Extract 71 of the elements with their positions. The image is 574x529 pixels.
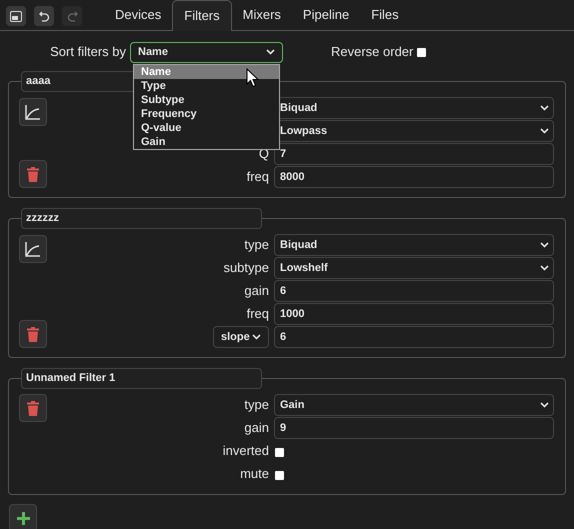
chevron-icon xyxy=(540,402,549,408)
value-field[interactable]: 7 xyxy=(274,143,554,165)
undo-icon xyxy=(38,10,50,22)
value-field[interactable]: 8000 xyxy=(274,166,554,188)
tab[interactable]: Pipeline xyxy=(292,0,360,30)
field-label: gain xyxy=(244,282,269,300)
field-label: subtype xyxy=(223,259,269,278)
trash-icon xyxy=(27,400,39,416)
sort-value: Name xyxy=(138,44,168,60)
checkbox[interactable] xyxy=(275,471,284,480)
delete-button[interactable] xyxy=(19,394,47,422)
tab[interactable]: Mixers xyxy=(232,0,292,30)
undo-button[interactable] xyxy=(34,6,54,26)
filter-name-field[interactable]: Unnamed Filter 1 xyxy=(21,368,262,389)
checkbox[interactable] xyxy=(417,48,426,56)
delete-button[interactable] xyxy=(19,320,47,348)
field-value: Lowshelf xyxy=(280,260,328,276)
graph-icon xyxy=(25,241,41,257)
delete-button[interactable] xyxy=(19,160,47,188)
field-value: 9 xyxy=(280,420,286,436)
value-field[interactable]: 6 xyxy=(274,326,554,348)
chevron-icon xyxy=(540,242,549,248)
layout-button[interactable] xyxy=(6,6,26,26)
filter-name-field[interactable]: zzzzzz xyxy=(21,208,262,229)
redo-icon xyxy=(66,10,78,22)
value-field[interactable]: 9 xyxy=(274,417,554,439)
field-label: type xyxy=(244,236,269,254)
chevron-icon xyxy=(252,334,261,340)
field-value: 1000 xyxy=(280,306,304,322)
cursor-icon xyxy=(246,68,259,88)
unit-dropdown[interactable]: slope xyxy=(213,326,269,348)
field-value: 6 xyxy=(280,284,286,299)
chevron-icon xyxy=(540,105,549,111)
field-value: Lowpass xyxy=(280,124,328,139)
field-value: 8000 xyxy=(280,170,304,185)
field-value: Biquad xyxy=(280,100,318,116)
type-dropdown[interactable]: Biquad xyxy=(274,234,554,256)
field-label: mute xyxy=(240,465,269,484)
chevron-icon xyxy=(266,49,275,55)
field-label: freq xyxy=(246,168,269,186)
dropdown-option[interactable]: Name xyxy=(134,65,279,79)
chevron-icon xyxy=(540,265,549,271)
graph-icon xyxy=(25,104,41,120)
trash-icon xyxy=(27,166,39,182)
field-label: freq xyxy=(246,305,269,324)
field-value: Gain xyxy=(280,398,304,413)
tab[interactable]: Filters xyxy=(172,0,232,31)
field-value: 6 xyxy=(280,330,286,345)
sort-dropdown[interactable]: Name xyxy=(130,42,283,62)
add-filter-button[interactable] xyxy=(9,504,37,529)
field-label: inverted xyxy=(222,442,269,460)
field-label: type xyxy=(244,396,269,414)
trash-icon xyxy=(27,326,39,342)
tab[interactable]: Devices xyxy=(104,0,172,30)
value-field[interactable]: 1000 xyxy=(274,303,554,325)
field-value: 7 xyxy=(280,146,286,162)
graph-button[interactable] xyxy=(19,98,47,126)
field-label: gain xyxy=(244,419,269,438)
tab[interactable]: Files xyxy=(360,0,410,30)
value-field[interactable]: 6 xyxy=(274,280,554,302)
plus-icon xyxy=(16,512,30,524)
unit-value: slope xyxy=(221,330,250,345)
sort-label: Sort filters by xyxy=(49,43,127,62)
type-dropdown[interactable]: Gain xyxy=(274,394,554,416)
reverse-label: Reverse order xyxy=(331,43,414,62)
field-value: Biquad xyxy=(280,238,318,253)
graph-button[interactable] xyxy=(19,235,47,263)
chevron-icon xyxy=(540,128,549,134)
checkbox[interactable] xyxy=(275,448,284,457)
type-dropdown[interactable]: Lowshelf xyxy=(274,257,554,279)
window-icon xyxy=(10,10,22,22)
